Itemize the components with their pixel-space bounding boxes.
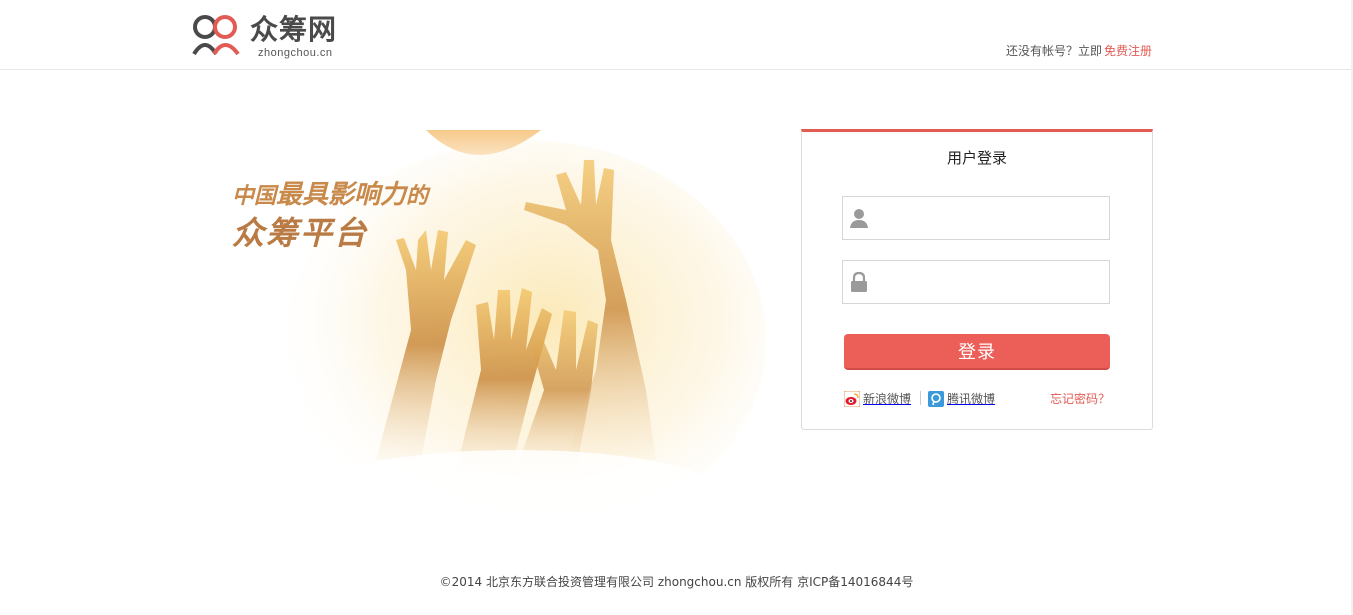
logo-text: 众筹网	[250, 13, 338, 46]
site-header: 众筹网 zhongchou.cn 还没有帐号？立即 免费注册	[0, 0, 1353, 70]
username-field[interactable]	[842, 196, 1110, 240]
register-link[interactable]: 免费注册	[1104, 44, 1152, 58]
register-prefix: 还没有帐号？立即	[1005, 44, 1102, 58]
login-panel: 用户登录 登录 新浪微博 腾讯微博 忘记密码？	[801, 129, 1153, 430]
password-input[interactable]	[877, 261, 1103, 301]
register-hint: 还没有帐号？立即 免费注册	[1006, 42, 1152, 59]
slogan-part-c: 的	[406, 183, 429, 209]
sina-weibo-label: 新浪微博	[863, 392, 912, 406]
forgot-password-link[interactable]: 忘记密码？	[1050, 390, 1110, 407]
tencent-weibo-label: 腾讯微博	[947, 392, 996, 406]
social-login-row: 新浪微博 腾讯微博 忘记密码？	[844, 390, 1110, 408]
sina-weibo-login[interactable]: 新浪微博	[844, 390, 911, 407]
tencent-weibo-icon	[928, 390, 944, 407]
login-title: 用户登录	[946, 149, 1007, 167]
logo-icon	[192, 15, 240, 56]
tencent-weibo-login[interactable]: 腾讯微博	[928, 390, 995, 407]
login-button[interactable]: 登录	[844, 334, 1110, 370]
lock-icon	[851, 271, 867, 292]
social-divider	[920, 391, 921, 405]
site-footer: ©2014 北京东方联合投资管理有限公司 zhongchou.cn 版权所有 京…	[439, 575, 914, 589]
logo-domain: zhongchou.cn	[258, 47, 333, 59]
password-field[interactable]	[842, 260, 1110, 304]
user-icon	[850, 209, 868, 228]
hero-slogan-line2: 众筹平台	[232, 214, 369, 252]
sina-weibo-icon	[844, 390, 860, 407]
slogan-part-b: 最具影响力	[276, 180, 407, 210]
site-logo[interactable]: 众筹网 zhongchou.cn	[192, 12, 362, 62]
username-input[interactable]	[877, 197, 1103, 237]
slogan-part-a: 中国	[232, 183, 277, 209]
hero-slogan-line1: 中国最具影响力的	[232, 174, 428, 211]
